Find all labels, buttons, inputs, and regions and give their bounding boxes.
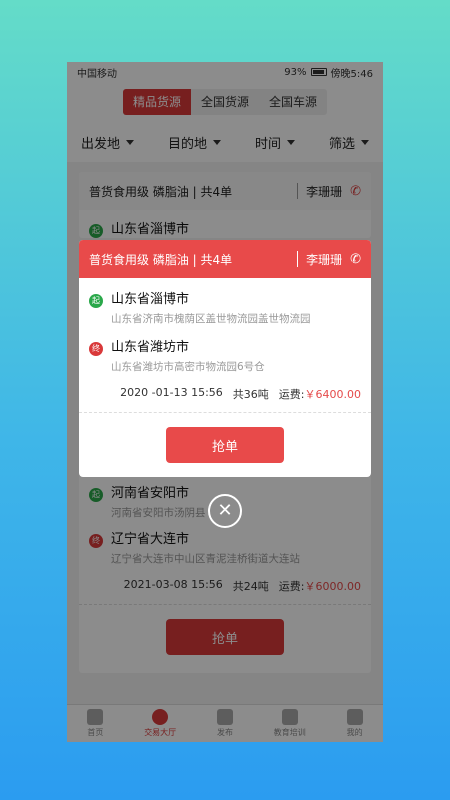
origin-stop: 起 山东省淄博市 山东省济南市槐荫区盖世物流园盖世物流园 bbox=[79, 278, 371, 326]
close-icon[interactable]: ✕ bbox=[208, 494, 242, 528]
order-weight: 共36吨 bbox=[232, 388, 269, 401]
end-marker-icon: 终 bbox=[89, 342, 103, 356]
destination-city: 山东省潍坊市 bbox=[111, 340, 190, 355]
freight-label: 运费: bbox=[278, 388, 305, 401]
origin-city: 山东省淄博市 bbox=[111, 292, 190, 307]
modal-title: 普货食用级 磷脂油 | 共4单 bbox=[89, 252, 233, 267]
order-meta: 2020 -01-13 15:56 共36吨 运费:￥6400.00 bbox=[79, 374, 371, 412]
destination-stop: 终 山东省潍坊市 山东省潍坊市高密市物流园6号仓 bbox=[79, 326, 371, 374]
contact-name: 李珊珊 bbox=[306, 252, 343, 267]
order-date: 2020 -01-13 15:56 bbox=[120, 386, 223, 399]
grab-order-button[interactable]: 抢单 bbox=[166, 427, 284, 463]
order-detail-modal: 普货食用级 磷脂油 | 共4单 李珊珊 ✆ 起 山东省淄博市 山东省济南市槐荫区… bbox=[79, 240, 371, 477]
modal-header: 普货食用级 磷脂油 | 共4单 李珊珊 ✆ bbox=[79, 240, 371, 278]
freight-price: ￥6400.00 bbox=[304, 388, 362, 401]
destination-address: 山东省潍坊市高密市物流园6号仓 bbox=[111, 361, 265, 373]
origin-address: 山东省济南市槐荫区盖世物流园盖世物流园 bbox=[111, 313, 311, 325]
app-screen: 中国移动 93% 傍晚5:46 精品货源 全国货源 全国车源 出发地 目的地 时… bbox=[67, 62, 383, 742]
start-marker-icon: 起 bbox=[89, 294, 103, 308]
phone-icon[interactable]: ✆ bbox=[350, 252, 361, 267]
